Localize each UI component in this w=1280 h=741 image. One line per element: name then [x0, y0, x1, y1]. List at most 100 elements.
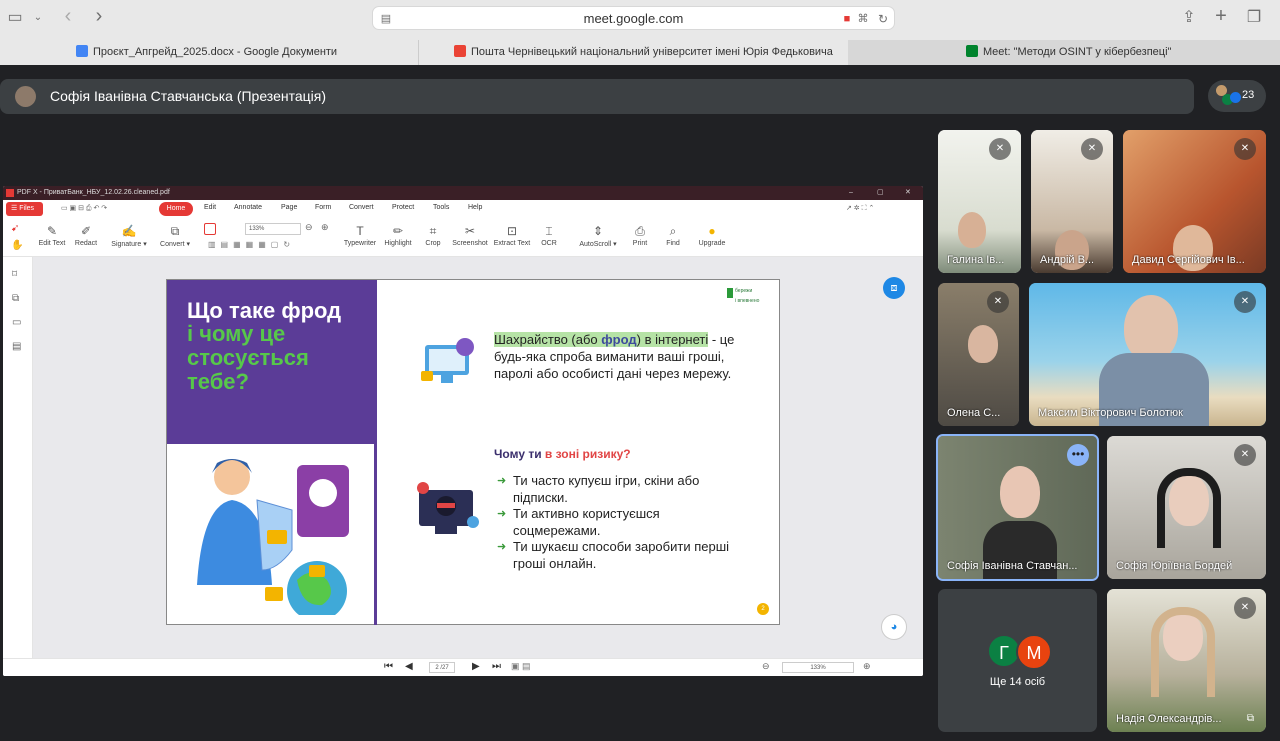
- reload-icon[interactable]: ↻: [873, 9, 893, 29]
- tool-label: OCR: [541, 240, 557, 247]
- status-zoom[interactable]: 133%: [782, 662, 854, 673]
- tab-label: Проєкт_Апгрейд_2025.docx - Google Докуме…: [93, 46, 338, 58]
- comments-icon[interactable]: ▭: [12, 317, 21, 328]
- presenter-bar[interactable]: Софія Іванівна Ставчанська (Презентація): [0, 79, 1194, 114]
- page-input[interactable]: 2 /27: [429, 662, 455, 673]
- participant-tile[interactable]: ✕ ⧉ Надія Олександрів...: [1107, 589, 1266, 732]
- participant-name: Андрій В...: [1040, 254, 1095, 266]
- mic-off-icon: ✕: [1234, 444, 1256, 466]
- menu-page[interactable]: Page: [281, 204, 297, 211]
- chevron-down-icon[interactable]: ⌄: [28, 8, 48, 28]
- files-button[interactable]: ☰ Files: [6, 202, 43, 216]
- zoom-out-icon[interactable]: ⊖: [762, 661, 770, 672]
- hand-tool-icon[interactable]: ✋: [11, 240, 23, 251]
- forward-icon[interactable]: ›: [89, 6, 109, 26]
- find-button[interactable]: ⌕ Find: [663, 222, 683, 247]
- participant-name: Софія Юріївна Бордей: [1116, 560, 1233, 572]
- open-icon[interactable]: ▭ ▣ ⊟ ⎙ ↶ ↷: [61, 204, 107, 213]
- screenshot-button[interactable]: ✂ Screenshot: [451, 222, 489, 247]
- menu-convert[interactable]: Convert: [349, 204, 374, 211]
- more-people-tile[interactable]: Г М Ще 14 осіб: [938, 589, 1097, 732]
- zoom-in-icon[interactable]: ⊕: [863, 661, 871, 672]
- signature-button[interactable]: ✍ Signature ▾: [107, 222, 151, 248]
- tool-label: Crop: [425, 240, 441, 247]
- files-label: Files: [19, 205, 35, 212]
- translate-float-icon[interactable]: ⧈: [883, 277, 905, 299]
- autoscroll-icon: ⇕: [592, 224, 604, 238]
- extract-text-icon: ⊡: [506, 224, 518, 238]
- participant-tile[interactable]: ✕ Галина Ів...: [938, 130, 1021, 273]
- next-page-icon[interactable]: ▶: [472, 661, 480, 672]
- new-tab-icon[interactable]: +: [1211, 6, 1231, 26]
- assistant-float-icon[interactable]: ◕: [881, 614, 907, 640]
- pip-icon[interactable]: ⧉: [1247, 713, 1254, 724]
- tab-meet[interactable]: Meet: "Методи OSINT у кібербезпеці": [848, 40, 1280, 65]
- participant-tile[interactable]: ✕ Софія Юріївна Бордей: [1107, 436, 1266, 579]
- menu-form[interactable]: Form: [315, 204, 331, 211]
- last-page-icon[interactable]: ⏭: [492, 661, 501, 672]
- more-options-icon[interactable]: •••: [1067, 444, 1089, 466]
- menu-help[interactable]: Help: [468, 204, 482, 211]
- redact-button[interactable]: ✐ Redact: [72, 222, 100, 247]
- share-icon[interactable]: ↗ ✲ ⛶ ⌃: [846, 204, 874, 213]
- sidebar-toggle-icon[interactable]: ▭: [5, 8, 25, 28]
- close-icon[interactable]: ✕: [905, 186, 911, 200]
- tab-mail[interactable]: Пошта Чернівецький національний універси…: [418, 40, 848, 65]
- page-view-icon[interactable]: ▣ ▤: [511, 661, 531, 672]
- avatar: [1230, 92, 1241, 103]
- convert-icon: ⧉: [170, 224, 180, 238]
- address-bar[interactable]: ▤ meet.google.com ■ ⌘ ↻: [372, 6, 895, 30]
- tab-overview-icon[interactable]: ❐: [1244, 8, 1264, 28]
- participant-tile[interactable]: ✕ Андрій В...: [1031, 130, 1113, 273]
- prev-page-icon[interactable]: ◀: [405, 661, 413, 672]
- maximize-icon[interactable]: ▢: [877, 186, 884, 200]
- thumbnails-icon[interactable]: ⧉: [12, 293, 19, 304]
- convert-button[interactable]: ⧉ Convert ▾: [156, 222, 194, 248]
- tab-label: Пошта Чернівецький національний універси…: [471, 46, 833, 58]
- attachments-icon[interactable]: ▤: [12, 341, 21, 352]
- menu-home[interactable]: Home: [159, 202, 193, 216]
- logo-text: і впевнено: [735, 298, 760, 304]
- crop-button[interactable]: ⌗ Crop: [422, 222, 444, 247]
- logo-text: бережи: [735, 288, 753, 294]
- autoscroll-button[interactable]: ⇕ AutoScroll ▾: [576, 222, 620, 248]
- typewriter-button[interactable]: T Typewriter: [342, 222, 378, 247]
- zoom-in-icon[interactable]: ⊕: [321, 222, 329, 233]
- participant-name: Олена С...: [947, 407, 1001, 419]
- participant-tile[interactable]: ✕ Максим Вікторович Болотюк: [1029, 283, 1266, 426]
- participants-button[interactable]: 23: [1208, 80, 1266, 112]
- translate-icon[interactable]: ⌘: [853, 9, 873, 29]
- menu-tools[interactable]: Tools: [433, 204, 449, 211]
- participant-face: [968, 325, 998, 363]
- tool-label: Upgrade: [698, 240, 726, 247]
- participant-tile[interactable]: ✕ Олена С...: [938, 283, 1019, 426]
- zoom-select[interactable]: 133%: [245, 223, 301, 235]
- highlight-button[interactable]: ✏ Highlight: [382, 222, 414, 247]
- menu-annotate[interactable]: Annotate: [234, 204, 262, 211]
- gmail-icon: [454, 45, 466, 57]
- edit-text-button[interactable]: ✎ Edit Text: [38, 222, 66, 247]
- pdf-menu-bar: ☰ Files ▭ ▣ ⊟ ⎙ ↶ ↷ Home Edit Annotate P…: [3, 200, 923, 220]
- view-modes-icon[interactable]: ▥▤▦▦▦▢↻: [208, 240, 295, 249]
- share-icon[interactable]: ⇪: [1179, 8, 1199, 28]
- participant-tile-active[interactable]: ••• Софія Іванівна Ставчан...: [936, 434, 1099, 581]
- bookmark-icon[interactable]: ⌑: [12, 269, 17, 280]
- menu-protect[interactable]: Protect: [392, 204, 414, 211]
- tab-docs[interactable]: Проєкт_Апгрейд_2025.docx - Google Докуме…: [0, 40, 418, 65]
- first-page-icon[interactable]: ⏮: [384, 661, 393, 672]
- minimize-icon[interactable]: –: [849, 186, 853, 200]
- zoom-out-icon[interactable]: ⊖: [305, 222, 313, 233]
- select-cursor-icon[interactable]: ➹: [11, 223, 19, 234]
- single-page-icon[interactable]: [204, 223, 216, 235]
- tool-label: Redact: [74, 240, 98, 247]
- upgrade-button[interactable]: ● Upgrade: [696, 222, 728, 247]
- participant-tile[interactable]: ✕ Давид Сергійович Ів...: [1123, 130, 1266, 273]
- fraud-illustration: [197, 459, 349, 615]
- tool-label: Typewriter: [343, 240, 377, 247]
- ocr-button[interactable]: ⌶ OCR: [539, 222, 559, 247]
- risk-text-red: в зоні ризику?: [544, 447, 631, 461]
- back-icon[interactable]: ‹: [58, 6, 78, 26]
- extract-text-button[interactable]: ⊡ Extract Text: [492, 222, 532, 247]
- print-button[interactable]: ⎙ Print: [630, 222, 650, 247]
- menu-edit[interactable]: Edit: [204, 204, 216, 211]
